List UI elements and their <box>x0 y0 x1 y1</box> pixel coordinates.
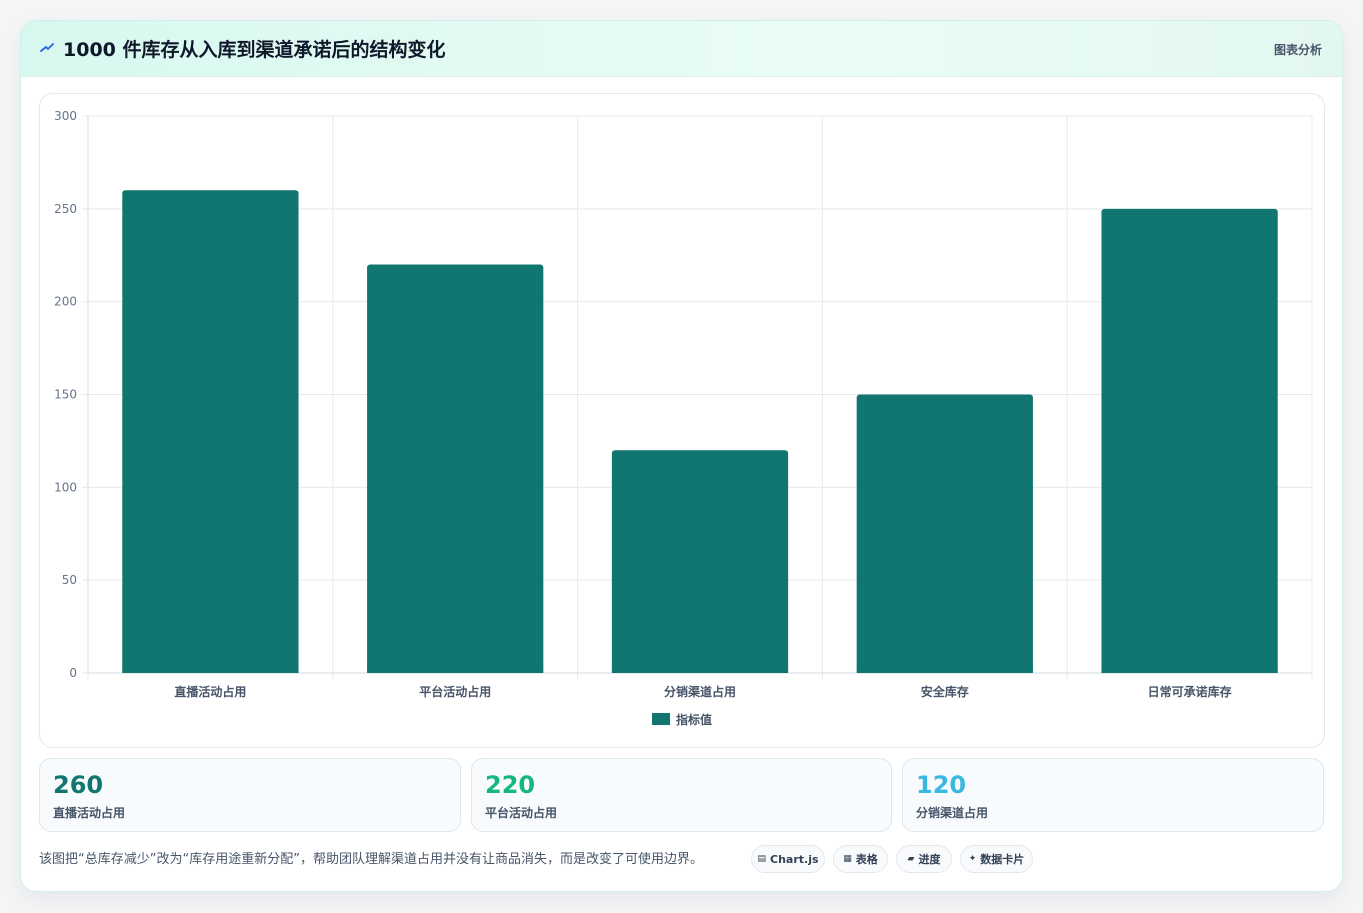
bar-base <box>856 669 1033 673</box>
pill-label: 表格 <box>855 853 878 866</box>
y-tick-label: 150 <box>54 388 77 402</box>
y-tick-label: 0 <box>69 666 77 680</box>
bar <box>367 264 544 673</box>
bar <box>1101 208 1278 673</box>
pill-table[interactable]: ▦ 表格 <box>833 845 888 873</box>
stat-label: 直播活动占用 <box>53 806 126 820</box>
sparkle-icon: ✦ <box>968 854 977 864</box>
x-tick-label: 直播活动占用 <box>174 684 246 699</box>
bar <box>856 394 1033 673</box>
spark-icon <box>40 43 54 52</box>
progress-icon: ▰ <box>907 854 915 864</box>
stat-value: 260 <box>53 771 104 799</box>
stat-card-distribution: 120 分销渠道占用 <box>902 758 1324 832</box>
bar-base <box>1101 669 1278 673</box>
x-tick-label: 日常可承诺库存 <box>1148 684 1232 699</box>
chart-analysis-tag: 图表分析 <box>1273 43 1322 57</box>
y-tick-label: 100 <box>54 480 77 494</box>
stat-value: 220 <box>485 771 536 799</box>
table-icon: ▦ <box>843 854 852 864</box>
pill-progress[interactable]: ▰ 进度 <box>896 845 952 873</box>
stat-label: 平台活动占用 <box>485 806 558 820</box>
y-tick-label: 300 <box>54 109 77 123</box>
pill-data-card[interactable]: ✦ 数据卡片 <box>960 845 1033 873</box>
stat-card-live: 260 直播活动占用 <box>39 758 461 832</box>
pill-label: 数据卡片 <box>980 853 1025 866</box>
chart-description: 该图把“总库存减少”改为“库存用途重新分配”，帮助团队理解渠道占用并没有让商品消… <box>39 852 703 867</box>
bar <box>611 450 789 673</box>
card-header: 1000 件库存从入库到渠道承诺后的结构变化 图表分析 <box>21 21 1342 77</box>
chart-icon: ▤ <box>757 854 766 864</box>
stat-label: 分销渠道占用 <box>916 806 989 820</box>
bar-chart: 0 50 100 150 200 250 300 直播活动占用 平台活动占用 分销渠道占用 安全库存… <box>54 109 1313 727</box>
bar <box>122 190 299 673</box>
pill-chartjs[interactable]: ▤ Chart.js <box>751 845 825 873</box>
chart-title: 1000 件库存从入库到渠道承诺后的结构变化 <box>63 39 446 61</box>
bar-base <box>367 669 544 673</box>
chart-card: 1000 件库存从入库到渠道承诺后的结构变化 图表分析 0 50 100 150 200… <box>20 20 1343 892</box>
x-tick-label: 安全库存 <box>921 684 969 699</box>
x-tick-label: 平台活动占用 <box>419 684 491 699</box>
stat-card-platform: 220 平台活动占用 <box>471 758 892 832</box>
legend-label: 指标值 <box>676 712 712 727</box>
pill-label: Chart.js <box>770 852 819 866</box>
bar-base <box>611 669 789 673</box>
y-tick-label: 200 <box>54 295 77 309</box>
x-tick-label: 分销渠道占用 <box>664 684 736 699</box>
pill-label: 进度 <box>918 853 941 866</box>
stat-value: 120 <box>916 771 967 799</box>
chart-container: 0 50 100 150 200 250 300 直播活动占用 平台活动占用 分销渠道占用 安全库存… <box>39 93 1325 748</box>
legend-swatch <box>652 713 670 725</box>
bar-base <box>122 669 299 673</box>
y-tick-label: 50 <box>62 573 77 587</box>
y-tick-label: 250 <box>54 202 77 216</box>
